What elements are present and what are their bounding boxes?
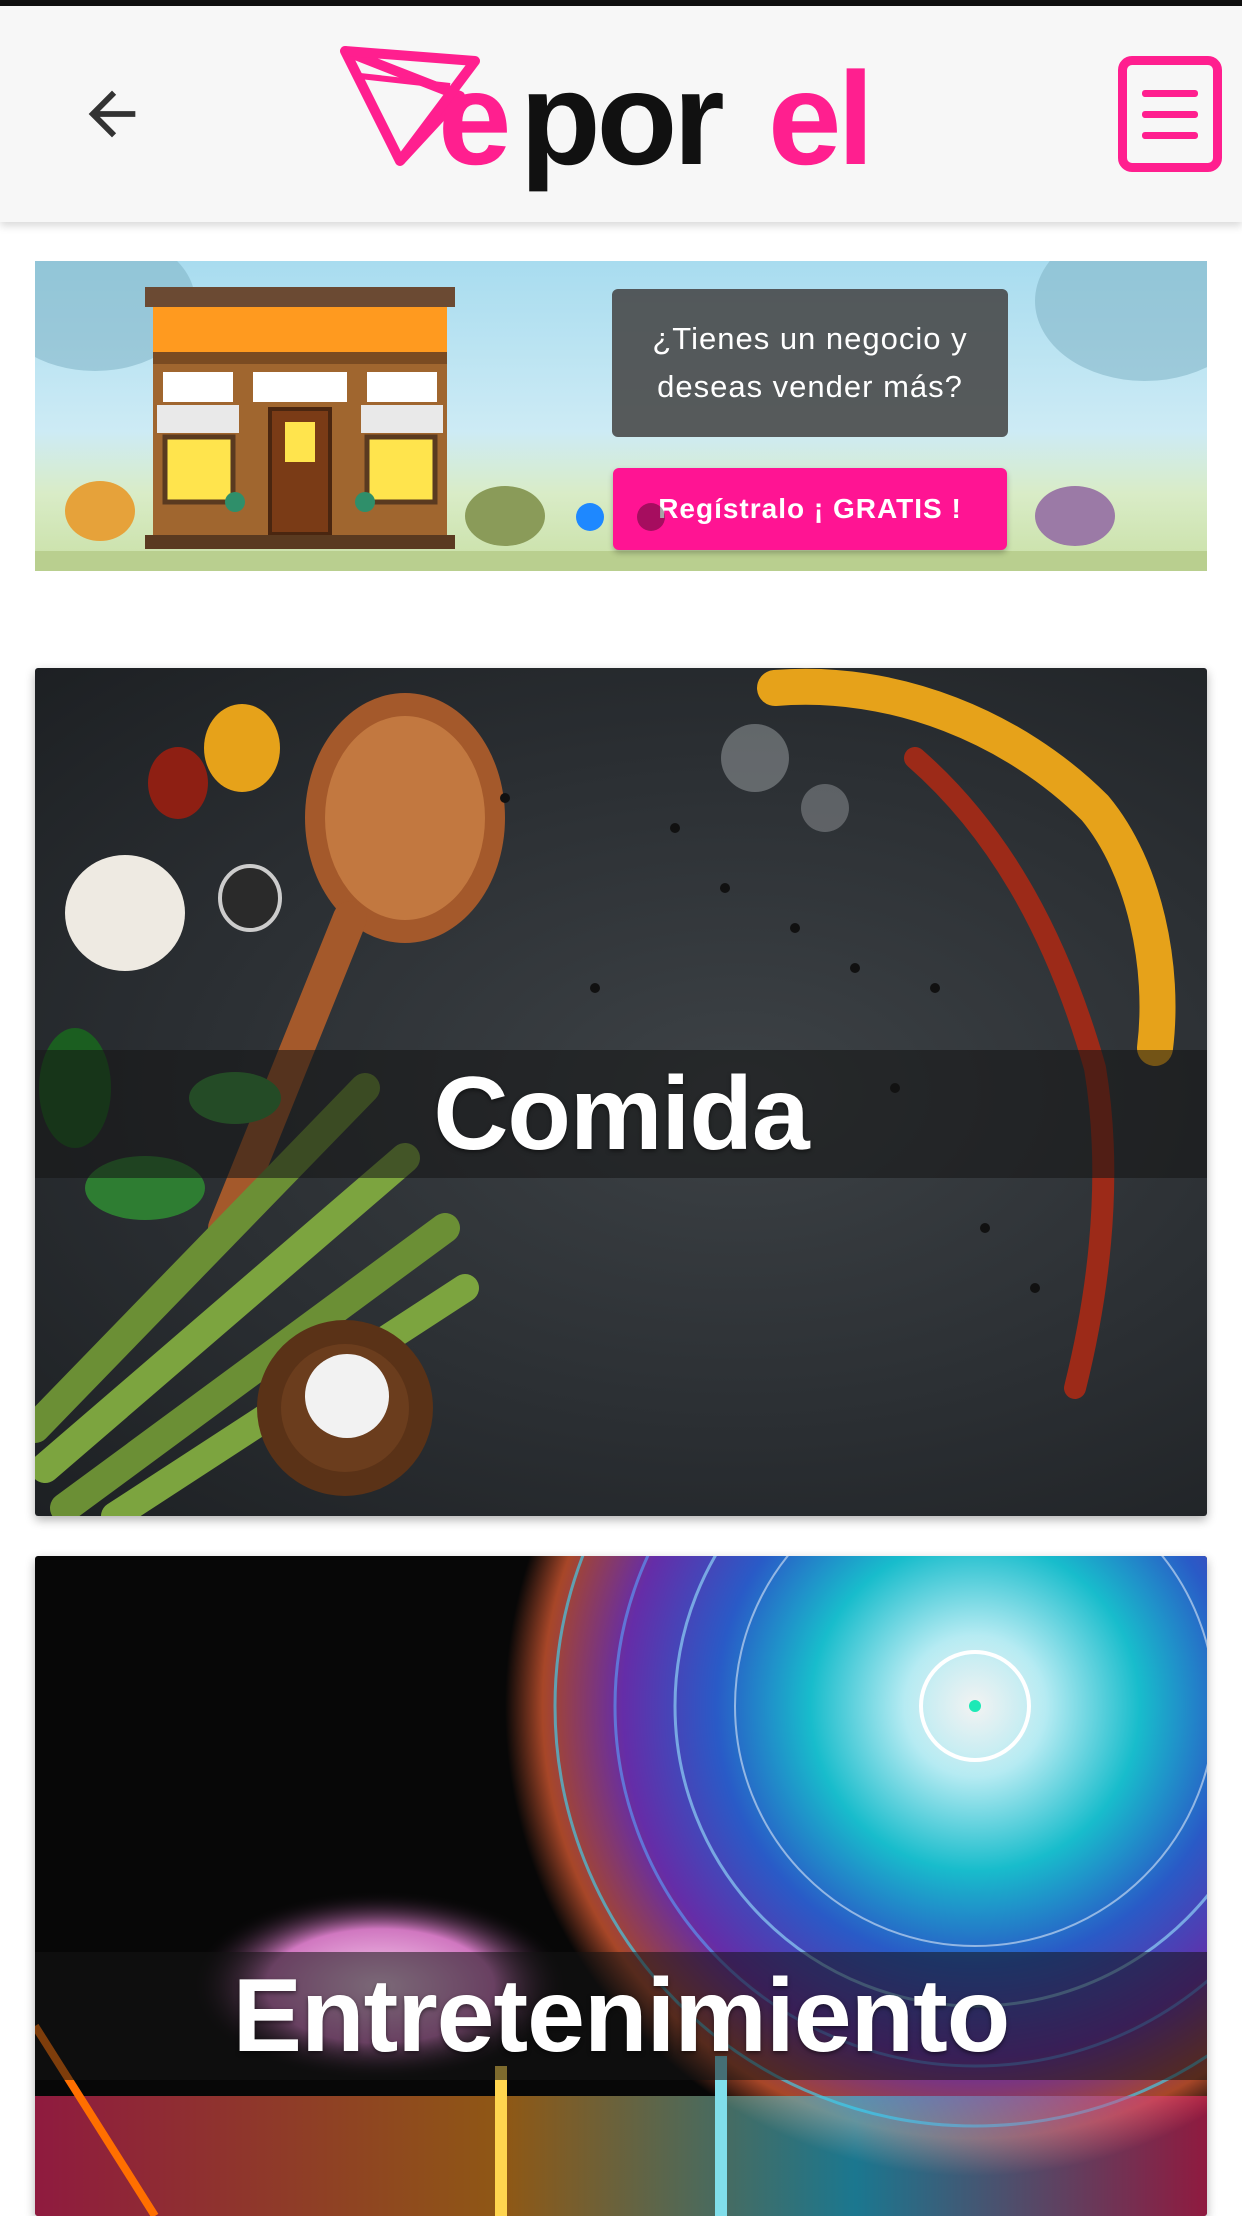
- shop-illustration: [145, 287, 455, 549]
- category-title: Comida: [433, 1055, 809, 1172]
- promo-question: ¿Tienes un negocio y deseas vender más?: [612, 289, 1008, 437]
- ground: [35, 551, 1207, 571]
- back-button[interactable]: [62, 64, 162, 164]
- svg-text:por: por: [520, 45, 723, 192]
- eporel-logo[interactable]: e por el: [340, 36, 980, 196]
- app-header: e por el: [0, 6, 1242, 222]
- menu-list-icon-line: [1142, 110, 1198, 118]
- category-title: Entretenimiento: [232, 1957, 1011, 2074]
- menu-list-icon-line: [1142, 131, 1198, 139]
- svg-text:el: el: [768, 45, 870, 192]
- svg-text:e: e: [438, 45, 507, 192]
- menu-list-icon: [1142, 89, 1198, 97]
- promo-banner-carousel[interactable]: ¿Tienes un negocio y deseas vender más? …: [35, 261, 1207, 571]
- tree-decoration: [1035, 261, 1207, 381]
- entertainment-image: [35, 1556, 1207, 2216]
- bush-decoration: [65, 481, 135, 541]
- arrow-left-icon: [88, 90, 136, 138]
- carousel-dot-1[interactable]: [576, 503, 604, 531]
- category-label-band: Comida: [35, 1050, 1207, 1178]
- bush-decoration: [465, 486, 545, 546]
- carousel-dot-2[interactable]: [637, 503, 665, 531]
- menu-button[interactable]: [1118, 56, 1222, 172]
- bush-decoration: [1035, 486, 1115, 546]
- category-card-comida[interactable]: Comida: [35, 668, 1207, 1516]
- register-free-button[interactable]: Regístralo ¡ GRATIS !: [613, 468, 1007, 550]
- category-label-band: Entretenimiento: [35, 1952, 1207, 2080]
- category-card-entretenimiento[interactable]: Entretenimiento: [35, 1556, 1207, 2216]
